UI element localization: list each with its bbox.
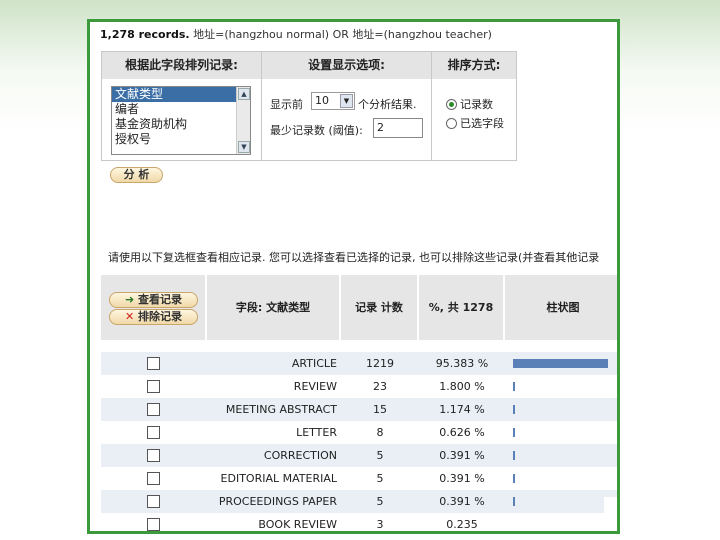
sort-by-count-radio[interactable] — [446, 99, 457, 110]
table-row: EDITORIAL MATERIAL 5 0.391 % — [101, 467, 617, 490]
row-count: 3 — [376, 518, 384, 531]
row-checkbox[interactable] — [147, 495, 160, 508]
row-percent: 1.174 % — [439, 403, 485, 416]
row-field-value: CORRECTION — [263, 449, 337, 462]
row-count: 5 — [376, 449, 384, 462]
chevron-down-icon[interactable]: ▼ — [340, 94, 353, 108]
row-percent: 0.391 % — [439, 472, 485, 485]
listbox-item[interactable]: 授权号 — [112, 132, 250, 147]
listbox-scrollbar[interactable]: ▲ ▼ — [236, 87, 250, 154]
threshold-label: 最少记录数 (阈值): — [270, 124, 363, 137]
row-count: 5 — [376, 472, 384, 485]
row-field-value: MEETING ABSTRACT — [225, 403, 337, 416]
show-suffix-label: 个分析结果. — [358, 98, 417, 111]
row-field-value: REVIEW — [293, 380, 337, 393]
instructions-text: 请使用以下复选框查看相应记录. 您可以选择查看已选择的记录, 也可以排除这些记录… — [108, 251, 600, 264]
row-checkbox[interactable] — [147, 357, 160, 370]
row-count: 1219 — [366, 357, 394, 370]
display-options-header: 设置显示选项: — [262, 52, 432, 79]
view-records-button[interactable]: ➜ 查看记录 — [109, 292, 198, 308]
show-count-value: 10 — [315, 94, 329, 107]
analysis-options: 根据此字段排列记录: 设置显示选项: 排序方式: 文献类型 编者 基金资助机构 … — [101, 51, 517, 161]
sort-method-header: 排序方式: — [432, 52, 516, 79]
analysis-panel: 1,278 records. 地址=(hangzhou normal) OR 地… — [87, 19, 620, 534]
sort-method-cell: 记录数 已选字段 — [432, 79, 516, 160]
sort-by-field-label: 已选字段 — [460, 117, 504, 130]
row-percent: 0.235 — [446, 518, 478, 531]
row-bar — [513, 382, 515, 391]
row-percent: 0.391 % — [439, 449, 485, 462]
row-percent: 95.383 % — [435, 357, 489, 370]
row-bar — [513, 405, 515, 414]
records-count: 1,278 records. — [100, 28, 190, 41]
listbox-item[interactable]: 基金资助机构 — [112, 117, 250, 132]
page-edge — [604, 497, 617, 531]
display-options-cell: 显示前 10 ▼ 个分析结果. 最少记录数 (阈值): 2 — [262, 79, 432, 160]
table-row: CORRECTION 5 0.391 % — [101, 444, 617, 467]
row-checkbox[interactable] — [147, 380, 160, 393]
count-column-header: 记录 计数 — [341, 275, 419, 340]
field-listbox[interactable]: 文献类型 编者 基金资助机构 授权号 ▲ ▼ — [111, 86, 251, 155]
analyze-button[interactable]: 分 析 — [110, 167, 163, 183]
row-bar — [513, 451, 515, 460]
scroll-up-icon[interactable]: ▲ — [238, 88, 250, 100]
row-percent: 0.626 % — [439, 426, 485, 439]
scroll-down-icon[interactable]: ▼ — [238, 141, 250, 153]
row-count: 15 — [373, 403, 387, 416]
row-checkbox[interactable] — [147, 426, 160, 439]
records-summary: 1,278 records. 地址=(hangzhou normal) OR 地… — [100, 26, 492, 42]
row-checkbox[interactable] — [147, 403, 160, 416]
table-row: PROCEEDINGS PAPER 5 0.391 % — [101, 490, 617, 513]
actions-header: ➜ 查看记录 ✕ 排除记录 — [101, 275, 207, 340]
row-bar — [513, 359, 608, 368]
listbox-item-selected[interactable]: 文献类型 — [112, 87, 250, 102]
close-icon: ✕ — [124, 310, 135, 323]
row-field-value: PROCEEDINGS PAPER — [218, 495, 337, 508]
row-checkbox[interactable] — [147, 518, 160, 531]
arrow-right-icon: ➜ — [124, 293, 135, 306]
table-row: BOOK REVIEW 3 0.235 — [101, 513, 617, 531]
row-checkbox[interactable] — [147, 449, 160, 462]
listbox-item[interactable]: 编者 — [112, 102, 250, 117]
row-bar — [513, 474, 515, 483]
table-row: REVIEW 23 1.800 % — [101, 375, 617, 398]
field-column-header: 字段: 文献类型 — [207, 275, 341, 340]
row-field-value: EDITORIAL MATERIAL — [220, 472, 337, 485]
row-field-value: ARTICLE — [291, 357, 337, 370]
field-list-cell: 文献类型 编者 基金资助机构 授权号 ▲ ▼ — [102, 79, 262, 160]
table-row: MEETING ABSTRACT 15 1.174 % — [101, 398, 617, 421]
bar-column-header: 柱状图 — [505, 275, 617, 340]
row-field-value: BOOK REVIEW — [258, 518, 337, 531]
row-bar — [513, 428, 515, 437]
threshold-input[interactable]: 2 — [373, 118, 423, 138]
row-count: 5 — [376, 495, 384, 508]
row-percent: 0.391 % — [439, 495, 485, 508]
row-checkbox[interactable] — [147, 472, 160, 485]
show-prefix-label: 显示前 — [270, 98, 303, 111]
sort-by-count-label: 记录数 — [460, 98, 493, 111]
row-count: 23 — [373, 380, 387, 393]
percent-column-header: %, 共 1278 — [419, 275, 505, 340]
row-percent: 1.800 % — [439, 380, 485, 393]
exclude-records-label: 排除记录 — [138, 310, 183, 323]
exclude-records-button[interactable]: ✕ 排除记录 — [109, 309, 198, 325]
sort-field-header: 根据此字段排列记录: — [102, 52, 262, 79]
view-records-label: 查看记录 — [138, 293, 183, 306]
query-text: 地址=(hangzhou normal) OR 地址=(hangzhou tea… — [193, 28, 492, 41]
sort-by-field-radio[interactable] — [446, 118, 457, 129]
show-count-select[interactable]: 10 ▼ — [311, 92, 355, 110]
row-bar — [513, 497, 515, 506]
table-row: ARTICLE 1219 95.383 % — [101, 352, 617, 375]
row-field-value: LETTER — [296, 426, 337, 439]
row-count: 8 — [376, 426, 384, 439]
table-row: LETTER 8 0.626 % — [101, 421, 617, 444]
